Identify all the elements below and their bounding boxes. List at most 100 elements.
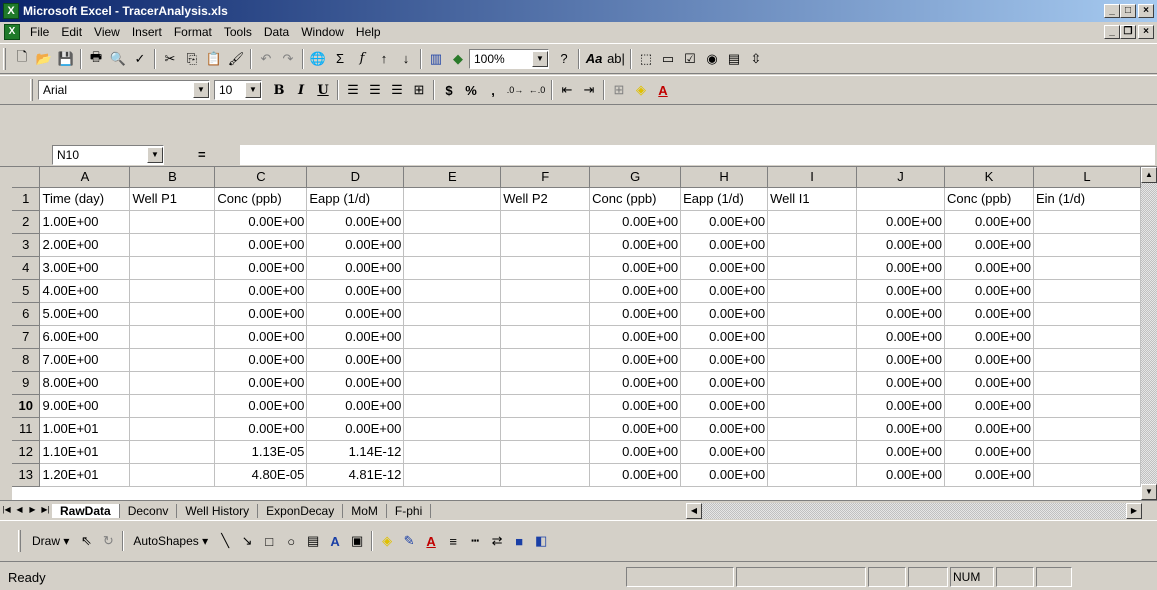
cell[interactable]: 1.00E+01	[39, 417, 131, 441]
cell[interactable]: 3.00E+00	[39, 256, 131, 280]
cell[interactable]: 8.00E+00	[39, 371, 131, 395]
cell[interactable]: 0.00E+00	[680, 233, 769, 257]
cell[interactable]: 0.00E+00	[589, 371, 682, 395]
cell[interactable]	[1033, 325, 1141, 349]
select-objects-icon[interactable]: ⇖	[75, 530, 97, 552]
cell[interactable]: 0.00E+00	[680, 348, 769, 372]
cell[interactable]: 0.00E+00	[589, 210, 682, 234]
percent-icon[interactable]: %	[460, 79, 482, 101]
cell[interactable]: 0.00E+00	[214, 210, 308, 234]
cell[interactable]: 0.00E+00	[589, 325, 682, 349]
cell[interactable]: Eapp (1/d)	[680, 187, 769, 211]
cell[interactable]	[129, 417, 216, 441]
cell[interactable]: 0.00E+00	[306, 233, 405, 257]
excel-app-icon[interactable]: X	[3, 3, 19, 19]
cell[interactable]	[767, 417, 858, 441]
button-control-icon[interactable]: ▭	[657, 48, 679, 70]
cell[interactable]: 0.00E+00	[944, 348, 1034, 372]
fill-color-icon[interactable]: ◈	[630, 79, 652, 101]
cell[interactable]: 1.10E+01	[39, 440, 131, 464]
cell[interactable]: 5.00E+00	[39, 302, 131, 326]
cell[interactable]	[129, 463, 216, 487]
cell[interactable]: 0.00E+00	[680, 371, 769, 395]
sheet-tab-f-phi[interactable]: F-phi	[387, 503, 432, 518]
close-button[interactable]: ×	[1138, 4, 1154, 18]
cell[interactable]: Well P2	[500, 187, 591, 211]
sheet-tab-well-history[interactable]: Well History	[177, 503, 259, 518]
formula-input[interactable]	[240, 145, 1155, 165]
toolbar-grip[interactable]	[3, 47, 6, 70]
cell[interactable]	[403, 348, 502, 372]
name-box[interactable]: N10 ▼	[52, 144, 164, 165]
cell[interactable]	[129, 394, 216, 418]
cell[interactable]: 0.00E+00	[214, 417, 308, 441]
wordart-icon[interactable]: A	[324, 530, 346, 552]
column-header[interactable]: B	[129, 167, 216, 188]
cell[interactable]	[500, 210, 591, 234]
cell[interactable]: Conc (ppb)	[214, 187, 308, 211]
cell[interactable]: 0.00E+00	[680, 210, 769, 234]
redo-icon[interactable]: ↷	[277, 48, 299, 70]
toolbar-grip[interactable]	[30, 79, 33, 101]
formula-equals-icon[interactable]: =	[198, 147, 206, 162]
horizontal-scrollbar[interactable]: ◀ ▶	[686, 503, 1142, 519]
cell[interactable]: 0.00E+00	[214, 394, 308, 418]
cell[interactable]	[767, 463, 858, 487]
cell[interactable]	[500, 279, 591, 303]
cell[interactable]: 1.20E+01	[39, 463, 131, 487]
cell[interactable]	[129, 371, 216, 395]
dash-style-icon[interactable]: ┅	[464, 530, 486, 552]
sheet-tab-rawdata[interactable]: RawData	[52, 503, 120, 518]
cell[interactable]: 0.00E+00	[214, 325, 308, 349]
cell[interactable]	[767, 279, 858, 303]
column-header[interactable]: A	[39, 167, 131, 188]
cell[interactable]: 2.00E+00	[39, 233, 131, 257]
row-header[interactable]: 10	[12, 394, 41, 418]
label-icon[interactable]: Aa	[583, 48, 605, 70]
cell[interactable]: 1.00E+00	[39, 210, 131, 234]
cell[interactable]	[1033, 417, 1141, 441]
cell[interactable]	[767, 394, 858, 418]
undo-icon[interactable]: ↶	[255, 48, 277, 70]
new-icon[interactable]: 🗋	[11, 48, 33, 70]
cell[interactable]: 4.81E-12	[306, 463, 405, 487]
cut-icon[interactable]: ✂	[159, 48, 181, 70]
menu-view[interactable]: View	[88, 25, 126, 39]
cell[interactable]	[1033, 371, 1141, 395]
cell[interactable]: Ein (1/d)	[1033, 187, 1141, 211]
cell[interactable]: 7.00E+00	[39, 348, 131, 372]
drawing-toggle-icon[interactable]: ◆	[447, 48, 469, 70]
cell[interactable]: 0.00E+00	[306, 279, 405, 303]
row-header[interactable]: 9	[12, 371, 41, 395]
cell[interactable]: 0.00E+00	[856, 417, 946, 441]
chart-wizard-icon[interactable]: ▥	[425, 48, 447, 70]
chevron-down-icon[interactable]: ▼	[147, 146, 163, 163]
cell[interactable]	[403, 302, 502, 326]
chevron-down-icon[interactable]: ▼	[245, 82, 261, 98]
cell[interactable]: 0.00E+00	[214, 371, 308, 395]
cell[interactable]: 0.00E+00	[856, 233, 946, 257]
cell[interactable]	[856, 187, 946, 211]
edit-box-icon[interactable]: ab|	[605, 48, 627, 70]
cell[interactable]	[500, 417, 591, 441]
cell[interactable]: Conc (ppb)	[944, 187, 1034, 211]
function-icon[interactable]: f	[351, 48, 373, 70]
cell[interactable]	[403, 279, 502, 303]
cell[interactable]: 0.00E+00	[589, 440, 682, 464]
cell[interactable]: 9.00E+00	[39, 394, 131, 418]
list-box-icon[interactable]: ▤	[723, 48, 745, 70]
cell[interactable]: 0.00E+00	[856, 440, 946, 464]
cell[interactable]	[767, 302, 858, 326]
cell[interactable]: 0.00E+00	[589, 233, 682, 257]
column-header[interactable]: E	[403, 167, 502, 188]
column-header[interactable]: L	[1033, 167, 1141, 188]
toolbar-grip[interactable]	[18, 530, 21, 552]
cell[interactable]	[403, 233, 502, 257]
scroll-up-icon[interactable]: ▲	[1141, 167, 1157, 183]
comma-style-icon[interactable]: ,	[482, 79, 504, 101]
cell[interactable]: 6.00E+00	[39, 325, 131, 349]
cell[interactable]	[129, 440, 216, 464]
row-header[interactable]: 7	[12, 325, 41, 349]
underline-icon[interactable]: U	[312, 79, 334, 101]
cell[interactable]: 0.00E+00	[856, 302, 946, 326]
